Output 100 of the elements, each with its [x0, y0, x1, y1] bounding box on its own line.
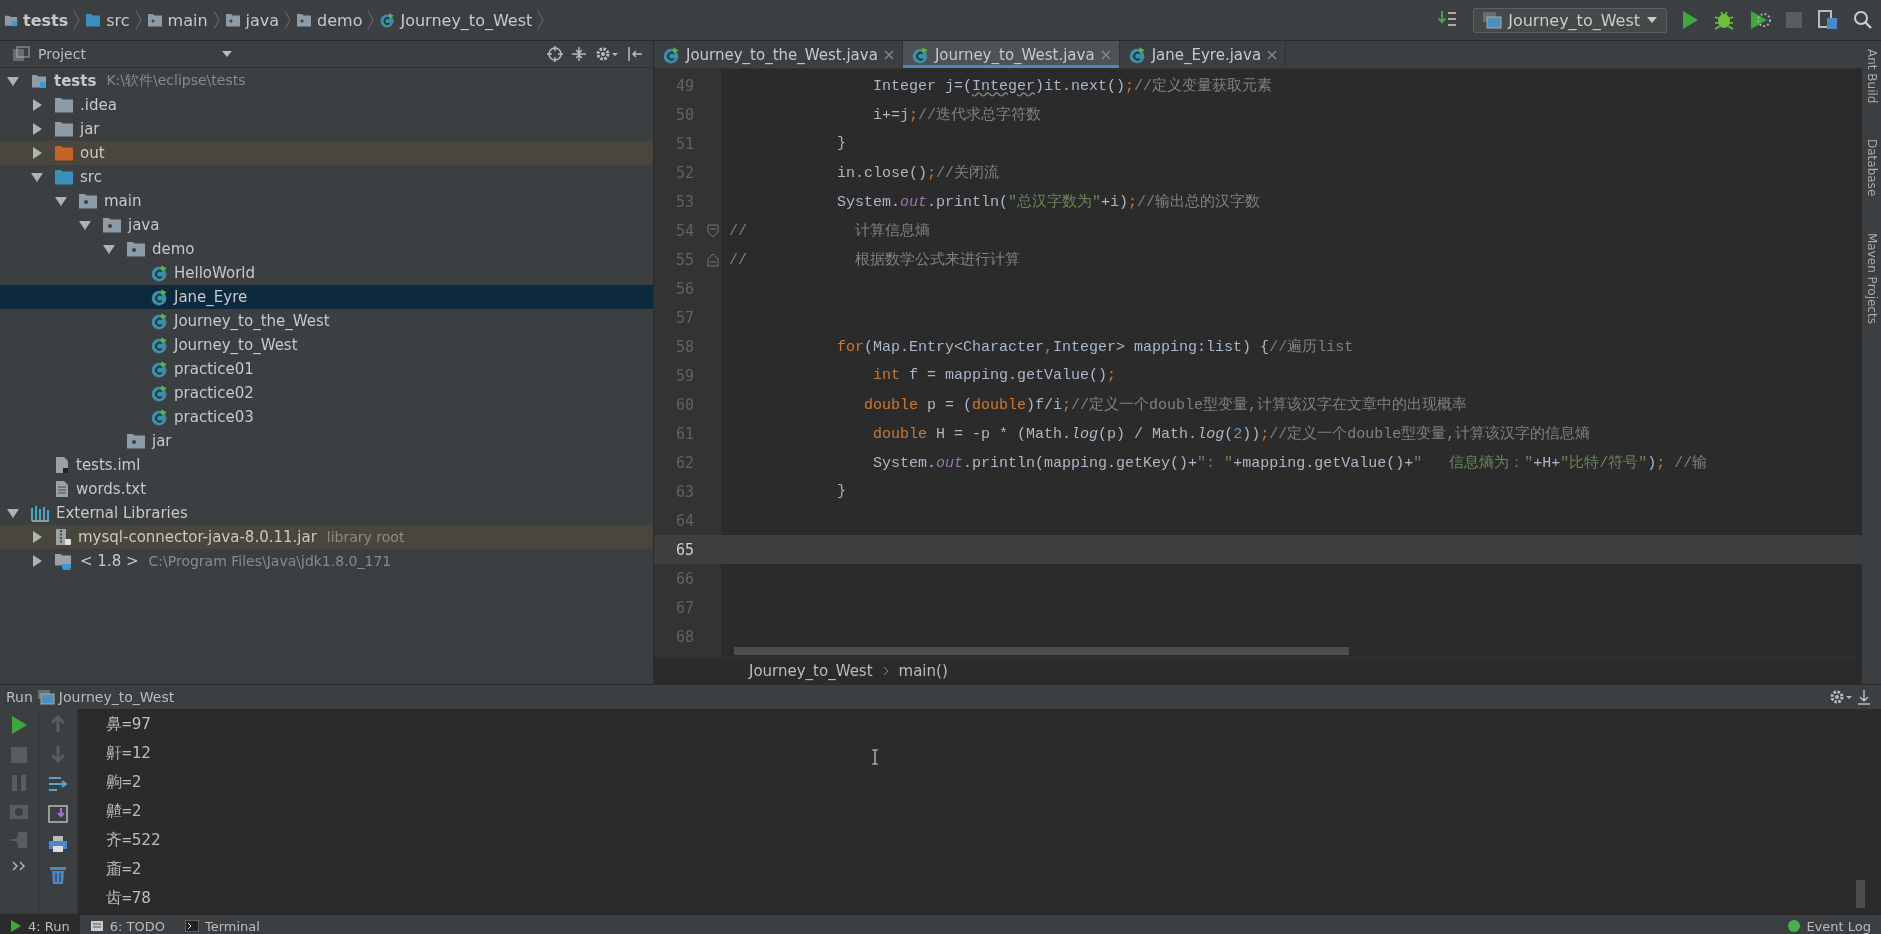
print-icon[interactable]	[48, 835, 68, 853]
console-line: 齑=2	[106, 858, 142, 880]
class-icon	[150, 336, 168, 354]
trash-icon[interactable]	[49, 865, 67, 885]
run-icon	[10, 920, 22, 932]
run-icon[interactable]	[1681, 10, 1699, 30]
tool-window-tab[interactable]: Ant Build	[1864, 49, 1879, 104]
scroll-to-end-icon[interactable]	[48, 805, 68, 823]
expand-arrow-icon[interactable]	[103, 243, 115, 255]
code-line: }	[836, 483, 847, 500]
editor-tab[interactable]: Journey_to_West.java	[902, 41, 1120, 68]
tree-item[interactable]: practice02	[0, 381, 653, 405]
expand-arrow-icon[interactable]	[31, 531, 43, 543]
hide-panel-icon[interactable]	[627, 46, 643, 62]
tree-item[interactable]: jar	[0, 429, 653, 453]
expand-arrow-icon[interactable]	[7, 75, 19, 87]
soft-wrap-icon[interactable]	[48, 775, 68, 793]
editor-tab[interactable]: Jane_Eyre.java	[1119, 41, 1287, 68]
run-config-icon	[36, 689, 55, 705]
search-icon[interactable]	[1853, 10, 1873, 30]
expand-arrow-icon[interactable]	[31, 123, 43, 135]
console-line: 齐=522	[106, 829, 161, 851]
code-line: double H = -p * (Math.log(p) / Math.log(2));//定义一个double型变量,计算该汉字的信息熵	[872, 424, 1591, 443]
tree-item[interactable]: jar	[0, 117, 653, 141]
class-icon	[379, 12, 396, 28]
expand-arrow-icon[interactable]	[31, 555, 43, 567]
class-icon	[150, 384, 168, 402]
tree-item[interactable]: out	[0, 141, 653, 165]
tree-item[interactable]: tests.iml	[0, 453, 653, 477]
breadcrumb-item[interactable]: Journey_to_West	[400, 10, 533, 30]
settings-icon[interactable]	[1829, 689, 1853, 705]
tree-item[interactable]: mysql-connector-java-8.0.11.jar library root	[0, 525, 653, 549]
locate-icon[interactable]	[547, 46, 563, 62]
dropdown-caret-icon[interactable]	[221, 50, 233, 58]
run-config-dropdown[interactable]: Journey_to_West	[1473, 7, 1667, 33]
tree-item[interactable]: demo	[0, 237, 653, 261]
settings-icon[interactable]	[595, 46, 619, 62]
breadcrumb-item[interactable]: main()	[898, 662, 948, 680]
close-icon[interactable]	[1267, 49, 1278, 60]
breadcrumb-item[interactable]: Journey_to_West	[749, 662, 873, 680]
close-icon[interactable]	[883, 49, 894, 60]
tree-item[interactable]: HelloWorld	[0, 261, 653, 285]
tree-item-hint: K:\软件\eclipse\tests	[106, 72, 246, 90]
scrollbar-thumb[interactable]	[1856, 880, 1865, 908]
expand-arrow-icon[interactable]	[31, 147, 43, 159]
tree-item[interactable]: .idea	[0, 93, 653, 117]
tree-item[interactable]: src	[0, 165, 653, 189]
tree-item[interactable]: java	[0, 213, 653, 237]
tree-item[interactable]: tests K:\软件\eclipse\tests	[0, 69, 653, 93]
todo-icon	[89, 920, 104, 932]
breadcrumb-item[interactable]: java	[245, 10, 280, 30]
fold-marker-icon[interactable]	[706, 252, 719, 267]
expand-arrow-icon[interactable]	[7, 507, 19, 519]
breadcrumb-item[interactable]: main	[167, 10, 208, 30]
tree-item[interactable]: words.txt	[0, 477, 653, 501]
tree-item[interactable]: Journey_to_the_West	[0, 309, 653, 333]
breadcrumb-item[interactable]: tests	[23, 10, 69, 30]
console-line: 鼻=97	[106, 713, 151, 735]
rerun-icon[interactable]	[10, 715, 28, 735]
collapse-icon[interactable]	[571, 46, 587, 62]
tool-window-tab[interactable]: 4: Run	[0, 915, 80, 934]
scrollbar-thumb[interactable]	[734, 647, 1349, 655]
tool-window-tab[interactable]: Database	[1864, 139, 1879, 197]
folder-icon	[126, 241, 146, 257]
tree-item[interactable]: main	[0, 189, 653, 213]
more-icon[interactable]	[12, 861, 26, 871]
tool-window-tab[interactable]: Maven Projects	[1864, 232, 1879, 324]
folder-icon	[54, 121, 74, 137]
breadcrumb-item[interactable]: src	[106, 10, 130, 30]
tree-item[interactable]: Jane_Eyre	[0, 285, 653, 309]
folder-icon	[146, 13, 163, 27]
project-structure-icon[interactable]	[1817, 9, 1839, 31]
tree-item[interactable]: External Libraries	[0, 501, 653, 525]
bug-icon[interactable]	[1713, 9, 1735, 31]
tool-window-tab[interactable]: Event Log	[1778, 915, 1881, 934]
chevron-icon	[537, 10, 545, 30]
code-line: in.close();//关闭流	[836, 163, 1000, 182]
expand-arrow-icon[interactable]	[79, 219, 91, 231]
code-line: Integer j=(Integer)it.next();//定义变量获取元素	[872, 76, 1273, 95]
tree-item[interactable]: Journey_to_West	[0, 333, 653, 357]
expand-arrow-icon[interactable]	[55, 195, 67, 207]
expand-arrow-icon[interactable]	[31, 99, 43, 111]
editor-tab[interactable]: Journey_to_the_West.java	[654, 41, 903, 68]
coverage-icon[interactable]	[1749, 9, 1771, 31]
module-icon	[30, 73, 48, 89]
tool-window-tab[interactable]: Terminal	[174, 915, 270, 934]
fold-marker-icon[interactable]	[706, 223, 719, 238]
console-line: 鼾=12	[106, 742, 151, 764]
tree-item[interactable]: practice01	[0, 357, 653, 381]
panel-title: Run	[6, 689, 33, 705]
tree-item[interactable]: practice03	[0, 405, 653, 429]
class-icon	[150, 288, 168, 306]
breadcrumb-item[interactable]: demo	[317, 10, 363, 30]
tool-window-tab[interactable]: 6: TODO	[79, 915, 175, 934]
hide-panel-icon[interactable]	[1857, 689, 1871, 705]
run-config-name[interactable]: Journey_to_West	[58, 689, 175, 705]
libraries-icon	[30, 504, 50, 522]
expand-arrow-icon[interactable]	[31, 171, 43, 183]
chevron-icon	[284, 10, 292, 30]
tree-item[interactable]: < 1.8 > C:\Program Files\Java\jdk1.8.0_171	[0, 549, 653, 573]
